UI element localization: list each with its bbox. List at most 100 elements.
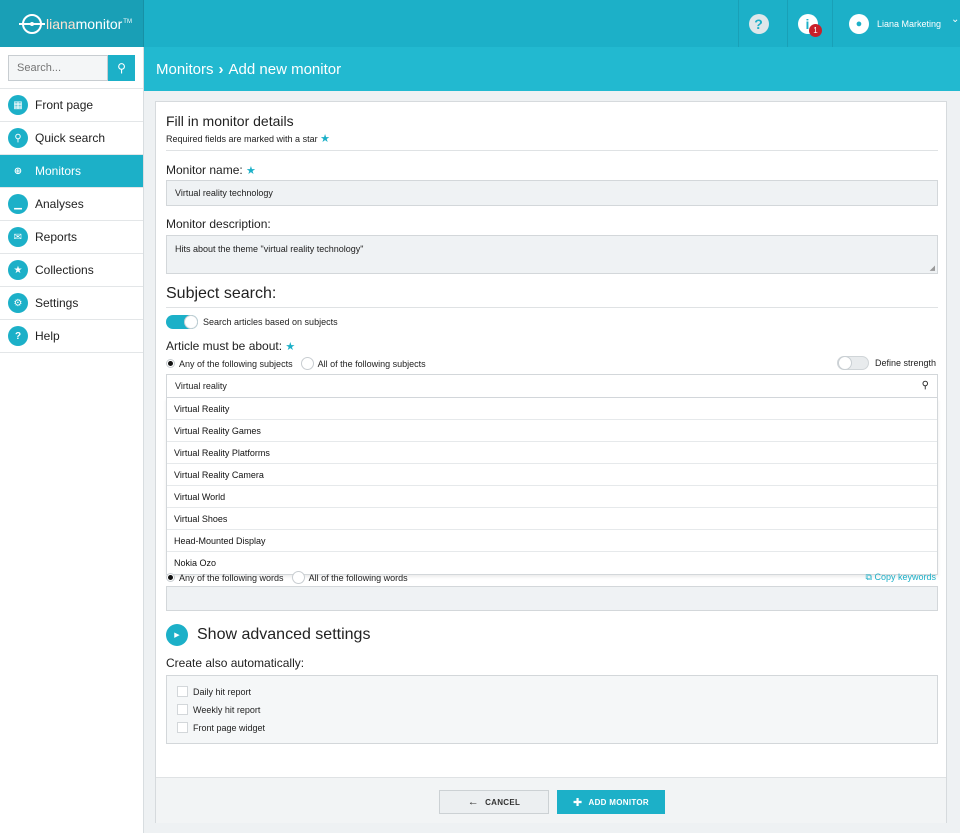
question-icon: ? (8, 326, 28, 346)
sidebar-item-label: Collections (35, 263, 94, 277)
add-monitor-button[interactable]: ✚ ADD MONITOR (557, 790, 665, 814)
checkbox (177, 704, 188, 715)
subject-search-input[interactable]: Virtual reality ⚲ (166, 374, 938, 398)
grid-icon: ▦ (8, 95, 28, 115)
sidebar-item-label: Help (35, 329, 60, 343)
subject-search-toggle[interactable] (166, 315, 198, 329)
list-item[interactable]: Virtual World (167, 486, 937, 508)
advanced-settings-toggle[interactable]: ▶ Show advanced settings (166, 624, 370, 646)
divider (166, 307, 938, 308)
user-menu[interactable]: ● Liana Marketing ⌄ (832, 0, 960, 47)
star-icon: ★ (246, 165, 256, 177)
cancel-button[interactable]: ← CANCEL (439, 790, 549, 814)
all-subjects-radio[interactable]: All of the following subjects (300, 357, 426, 370)
page-title: Add new monitor (228, 60, 342, 78)
breadcrumb-monitors[interactable]: Monitors (156, 61, 214, 78)
any-subjects-radio[interactable]: Any of the following subjects (166, 359, 293, 369)
advanced-settings-label: Show advanced settings (197, 626, 371, 643)
keyword-match-options: Any of the following words All of the fo… (166, 571, 416, 584)
sidebar-item-analyses[interactable]: ▁ Analyses (0, 188, 143, 221)
checkbox (177, 722, 188, 733)
sidebar-item-label: Monitors (35, 164, 82, 178)
star-icon: ★ (285, 341, 296, 353)
all-words-radio[interactable]: All of the following words (291, 571, 408, 584)
search-button[interactable]: ⚲ (108, 54, 135, 81)
front-page-widget-option[interactable]: Front page widget (177, 722, 265, 733)
logo-text: lianamonitorTM (46, 15, 132, 32)
logo[interactable]: lianamonitorTM (0, 0, 144, 47)
subject-suggestions: Virtual Reality Virtual Reality Games Vi… (166, 398, 938, 575)
sidebar-item-front-page[interactable]: ▦ Front page (0, 89, 143, 122)
weekly-report-option[interactable]: Weekly hit report (177, 704, 260, 715)
user-name: Liana Marketing (877, 18, 942, 29)
define-strength-label: Define strength (874, 358, 936, 368)
define-strength-toggle[interactable] (836, 356, 869, 370)
article-about-label: Article must be about: ★ (166, 339, 296, 353)
copy-icon: ⧉ (865, 572, 872, 582)
notification-badge: 1 (809, 24, 822, 37)
plus-icon: ✚ (572, 796, 583, 809)
sidebar-item-monitors[interactable]: ⊕ Monitors (0, 155, 143, 188)
sidebar-item-settings[interactable]: ⚙ Settings (0, 287, 143, 320)
form-footer: ← CANCEL ✚ ADD MONITOR (156, 777, 946, 823)
crosshair-icon: ⊕ (13, 165, 23, 177)
arrow-left-icon: ← (467, 796, 480, 808)
sidebar-item-label: Analyses (35, 197, 84, 211)
sidebar-item-label: Quick search (35, 131, 106, 145)
search-icon: ⚲ (8, 128, 28, 148)
sidebar-item-help[interactable]: ? Help (0, 320, 143, 353)
user-icon: ● (849, 13, 869, 34)
keywords-input[interactable] (166, 586, 938, 611)
question-icon: ? (748, 13, 769, 34)
list-item[interactable]: Virtual Reality Games (167, 420, 937, 442)
breadcrumb: Monitors › Add new monitor (144, 47, 960, 91)
checkbox (177, 686, 188, 697)
daily-report-option[interactable]: Daily hit report (177, 686, 251, 697)
monitor-name-input[interactable]: Virtual reality technology (166, 180, 938, 206)
chevron-down-icon: ⌄ (951, 14, 960, 25)
top-bar: lianamonitorTM ? i 1 ● Liana Marketing ⌄ (0, 0, 960, 47)
resize-handle-icon[interactable]: ◢ (930, 264, 935, 272)
subject-match-options: Any of the following subjects All of the… (166, 357, 434, 370)
sidebar: ⚲ ▦ Front page ⚲ Quick search ⊕ Monitors ▁ A… (0, 47, 144, 833)
search-icon: ⚲ (117, 60, 126, 75)
create-auto-label: Create also automatically: (166, 656, 305, 670)
monitor-name-label: Monitor name: ★ (166, 163, 256, 177)
notifications-button[interactable]: i 1 (787, 0, 827, 47)
list-item[interactable]: Virtual Reality (167, 398, 937, 420)
subject-toggle-label: Search articles based on subjects (203, 317, 338, 327)
form-title: Fill in monitor details (166, 113, 294, 129)
monitor-form-panel: Fill in monitor details Required fields … (155, 101, 947, 823)
play-icon: ▶ (166, 624, 188, 646)
star-icon: ★ (320, 133, 330, 145)
sidebar-search: ⚲ (0, 47, 143, 89)
list-item[interactable]: Head-Mounted Display (167, 530, 937, 552)
list-item[interactable]: Virtual Shoes (167, 508, 937, 530)
sidebar-item-reports[interactable]: ✉ Reports (0, 221, 143, 254)
search-input[interactable] (8, 54, 108, 81)
monitor-description-textarea[interactable]: Hits about the theme "virtual reality te… (166, 235, 938, 274)
sidebar-item-label: Settings (35, 296, 79, 310)
star-icon: ★ (8, 260, 28, 280)
sidebar-item-label: Reports (35, 230, 78, 244)
monitor-description-label: Monitor description: (166, 217, 271, 231)
required-note: Required fields are marked with a star ★ (166, 133, 330, 145)
sidebar-item-collections[interactable]: ★ Collections (0, 254, 143, 287)
list-item[interactable]: Virtual Reality Camera (167, 464, 937, 486)
help-button[interactable]: ? (738, 0, 778, 47)
auto-create-options: Daily hit report Weekly hit report Front… (166, 675, 938, 744)
sidebar-item-quick-search[interactable]: ⚲ Quick search (0, 122, 143, 155)
list-item[interactable]: Virtual Reality Platforms (167, 442, 937, 464)
search-icon: ⚲ (921, 380, 929, 391)
subject-toggle-row: Search articles based on subjects (166, 315, 338, 329)
copy-keywords-link[interactable]: ⧉ Copy keywords (866, 572, 936, 583)
compass-icon (19, 13, 45, 34)
chart-icon: ▁ (8, 194, 28, 214)
define-strength-row: Define strength (836, 356, 936, 370)
gears-icon: ⚙ (8, 293, 28, 313)
any-words-radio[interactable]: Any of the following words (166, 573, 284, 583)
sidebar-item-label: Front page (35, 98, 94, 112)
divider (166, 150, 938, 151)
envelope-icon: ✉ (8, 227, 28, 247)
subject-search-title: Subject search: (166, 285, 277, 302)
